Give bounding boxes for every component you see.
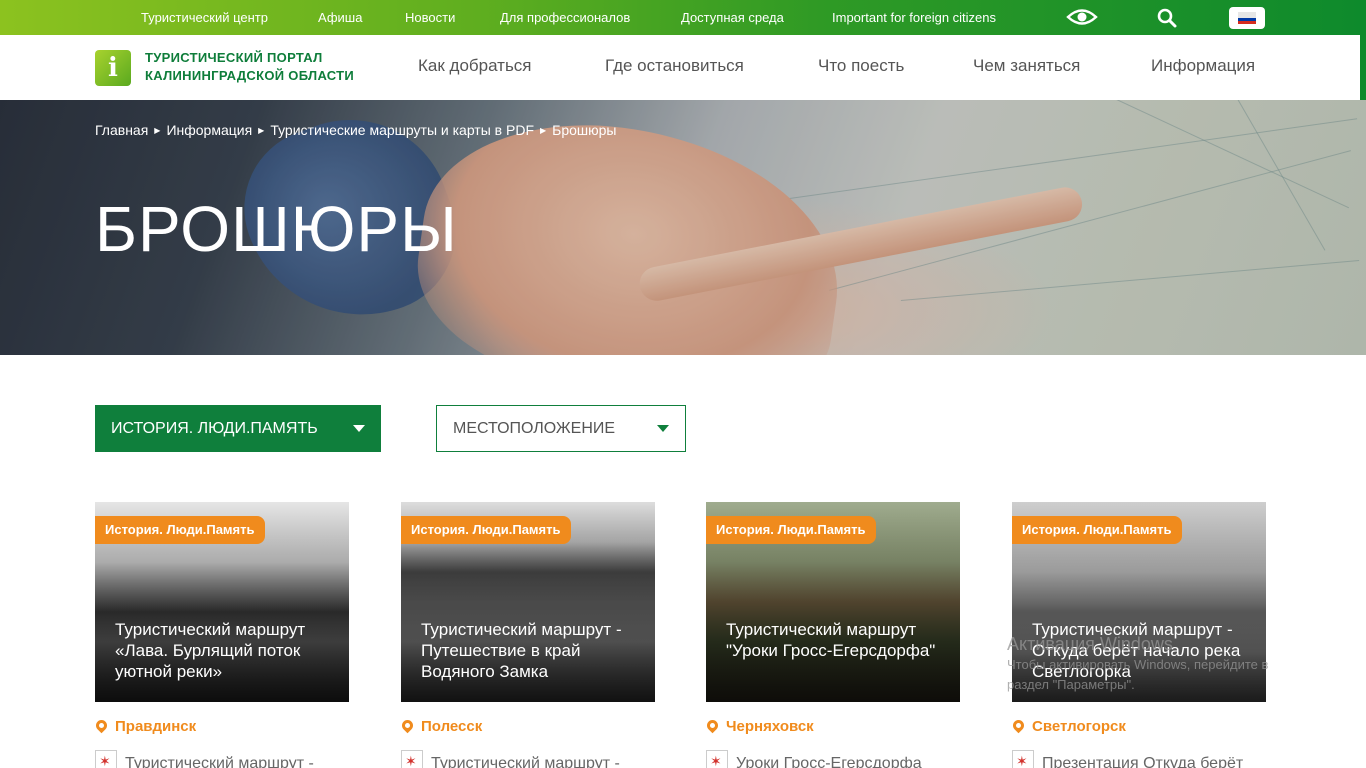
topbar-link-professionals[interactable]: Для профессионалов [500, 0, 630, 35]
nav-what-to-do[interactable]: Чем заняться [973, 35, 1080, 100]
chevron-right-icon: ▶ [258, 126, 265, 135]
card-location[interactable]: Полесск [399, 717, 482, 738]
topbar-link-news[interactable]: Новости [405, 0, 455, 35]
pdf-download-link[interactable]: Туристический маршрут - [95, 750, 314, 768]
site-header: i ТУРИСТИЧЕСКИЙ ПОРТАЛ КАЛИНИНГРАДСКОЙ О… [0, 35, 1366, 100]
caret-down-icon [353, 425, 365, 432]
search-icon[interactable] [1156, 7, 1178, 29]
location-filter-dropdown[interactable]: МЕСТОПОЛОЖЕНИЕ [436, 405, 686, 452]
card-title[interactable]: Туристический маршрут "Уроки Гросс-Егерс… [726, 619, 951, 661]
pdf-icon [1012, 750, 1034, 768]
pdf-download-link[interactable]: Уроки Гросс-Егерсдорфа [706, 750, 922, 768]
category-badge[interactable]: История. Люди.Память [706, 516, 876, 544]
category-filter-dropdown[interactable]: ИСТОРИЯ. ЛЮДИ.ПАМЯТЬ [95, 405, 381, 452]
breadcrumb: Главная ▶ Информация ▶ Туристические маршрут… [95, 122, 617, 138]
hero-banner: Главная ▶ Информация ▶ Туристические маршрут… [0, 100, 1366, 355]
flag-ru-icon[interactable] [1229, 7, 1265, 29]
map-pin-icon [399, 717, 416, 734]
map-pin-icon [1010, 717, 1027, 734]
breadcrumb-home[interactable]: Главная [95, 122, 148, 138]
top-bar: Туристический центр Афиша Новости Для пр… [0, 0, 1366, 35]
logo-title[interactable]: ТУРИСТИЧЕСКИЙ ПОРТАЛ КАЛИНИНГРАДСКОЙ ОБЛ… [145, 49, 354, 85]
card-title[interactable]: Туристический маршрут - Путешествие в кр… [421, 619, 646, 682]
topbar-link-tourist-center[interactable]: Туристический центр [141, 0, 268, 35]
category-badge[interactable]: История. Люди.Память [95, 516, 265, 544]
page-title: БРОШЮРЫ [95, 193, 458, 265]
breadcrumb-routes[interactable]: Туристические маршруты и карты в PDF [270, 122, 534, 138]
topbar-link-foreign-citizens[interactable]: Important for foreign citizens [832, 0, 996, 35]
nav-where-to-stay[interactable]: Где остановиться [605, 35, 744, 100]
nav-what-to-eat[interactable]: Что поесть [818, 35, 904, 100]
map-pin-icon [704, 717, 721, 734]
windows-activation-watermark: Активация Windows Чтобы активировать Win… [1007, 634, 1269, 692]
chevron-right-icon: ▶ [154, 126, 161, 135]
card-location[interactable]: Черняховск [704, 717, 814, 738]
topbar-link-afisha[interactable]: Афиша [318, 0, 362, 35]
brochure-card[interactable]: История. Люди.Память Туристический маршр… [401, 502, 655, 702]
brochure-card[interactable]: История. Люди.Память Туристический маршр… [706, 502, 960, 702]
category-badge[interactable]: История. Люди.Память [401, 516, 571, 544]
nav-how-to-get[interactable]: Как добраться [418, 35, 532, 100]
category-badge[interactable]: История. Люди.Память [1012, 516, 1182, 544]
breadcrumb-current: Брошюры [552, 122, 617, 138]
brochure-card[interactable]: История. Люди.Память Туристический маршр… [95, 502, 349, 702]
pdf-icon [401, 750, 423, 768]
pdf-icon [95, 750, 117, 768]
logo-icon[interactable]: i [95, 50, 131, 86]
nav-information[interactable]: Информация [1151, 35, 1255, 100]
breadcrumb-information[interactable]: Информация [166, 122, 252, 138]
map-pin-icon [93, 717, 110, 734]
pdf-download-link[interactable]: Презентация Откуда берёт [1012, 750, 1243, 768]
card-title[interactable]: Туристический маршрут «Лава. Бурлящий по… [115, 619, 340, 682]
chevron-right-icon: ▶ [540, 126, 547, 135]
card-location[interactable]: Светлогорск [1010, 717, 1126, 738]
pdf-download-link[interactable]: Туристический маршрут - [401, 750, 620, 768]
caret-down-icon [657, 425, 669, 432]
topbar-link-accessible[interactable]: Доступная среда [681, 0, 784, 35]
eye-icon[interactable] [1066, 7, 1098, 27]
pdf-icon [706, 750, 728, 768]
card-location[interactable]: Правдинск [93, 717, 196, 738]
